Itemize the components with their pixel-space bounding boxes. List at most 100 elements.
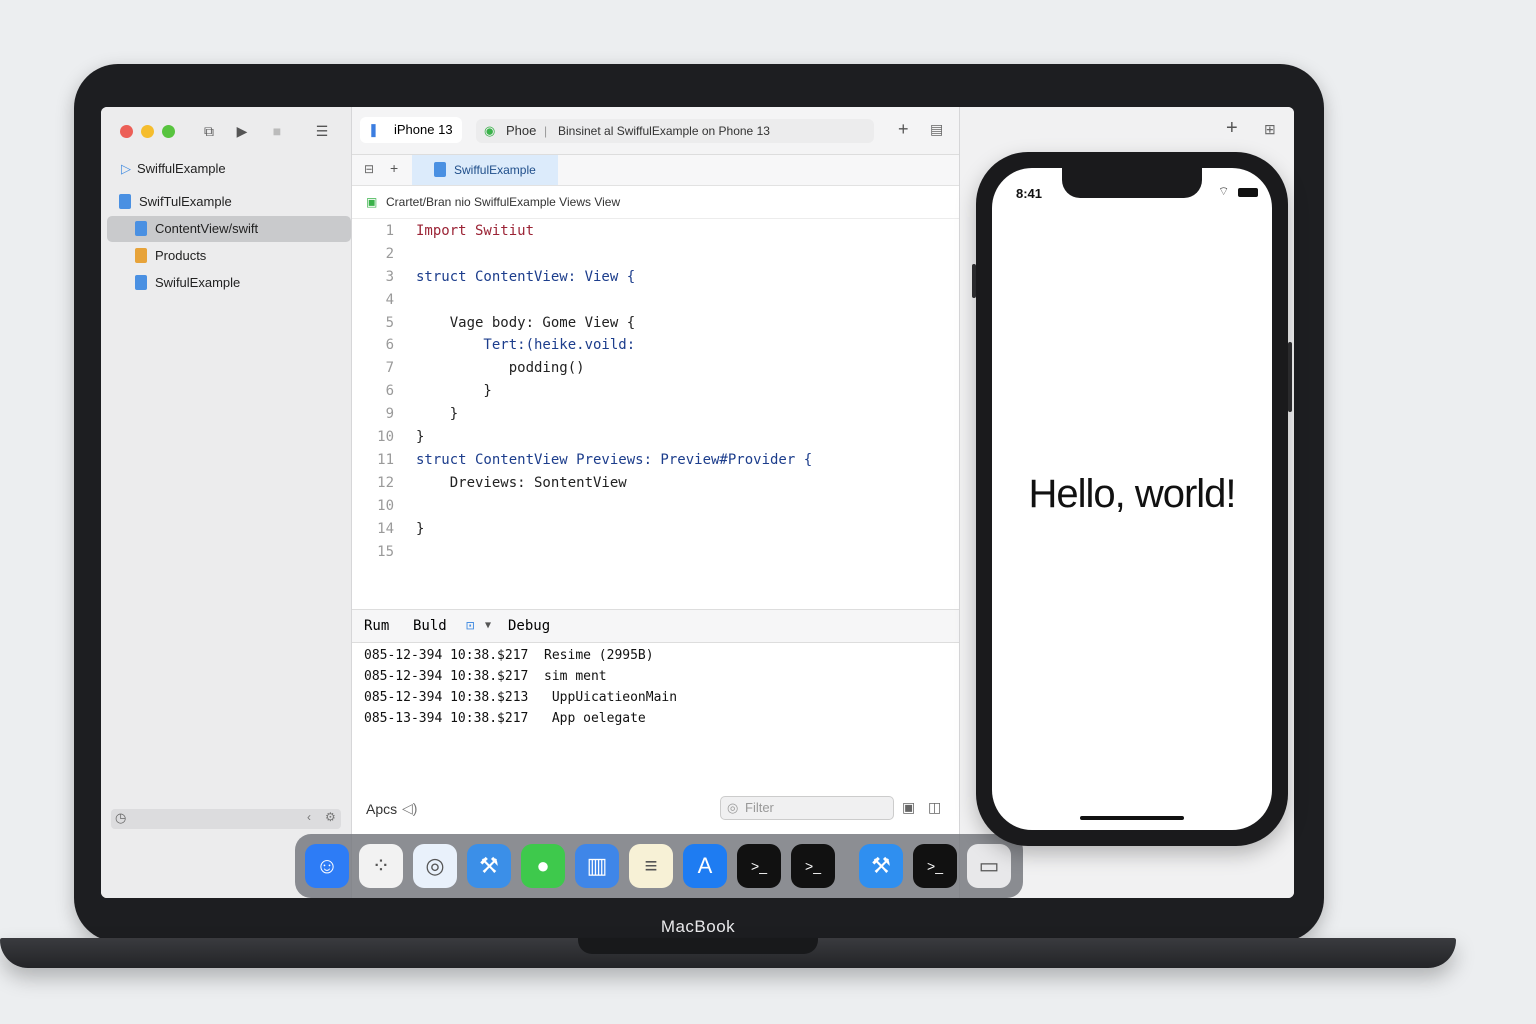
status-dot-icon: ◉ bbox=[484, 123, 496, 138]
code-line: struct ContentView Previews: Preview#Pro… bbox=[416, 452, 813, 468]
stop-icon[interactable]: ■ bbox=[269, 123, 285, 139]
run-icon[interactable]: ▶ bbox=[234, 123, 250, 139]
volume-icon[interactable]: ◁) bbox=[402, 800, 417, 817]
terminal-icon[interactable]: >_ bbox=[737, 844, 781, 888]
line-number: 10 bbox=[377, 429, 394, 445]
terminal-icon[interactable]: >_ bbox=[791, 844, 835, 888]
sidebar-filter-field[interactable]: ◷ ‹ ⚙ bbox=[111, 809, 341, 829]
debug-tab[interactable]: Debug bbox=[508, 610, 550, 642]
laptop-notch bbox=[578, 938, 818, 954]
code-line: } bbox=[416, 383, 492, 399]
add-icon[interactable]: + bbox=[1226, 117, 1238, 140]
files-icon[interactable]: ▥ bbox=[575, 844, 619, 888]
project-icon: ▷ bbox=[121, 161, 131, 176]
console-line: 085-12-394 10:38.$213 UppUicatieonMain bbox=[364, 690, 678, 705]
finder-icon[interactable]: ☺ bbox=[305, 844, 349, 888]
editor-tab-bar: ⊟ + SwiffulExample bbox=[352, 155, 959, 186]
code-line: struct ContentView: View { bbox=[416, 269, 636, 285]
xcode-icon[interactable]: ⚒ bbox=[859, 844, 903, 888]
notes-icon[interactable]: ≡ bbox=[629, 844, 673, 888]
tab-swiffulexample[interactable]: SwiffulExample bbox=[412, 155, 558, 185]
navigator-sidebar: ⧉ ▶ ■ ☰ ▷ SwiffulExample SwifTulExample C… bbox=[101, 107, 352, 898]
status-time: 8:41 bbox=[1016, 186, 1043, 201]
minimize-window-button[interactable] bbox=[141, 125, 154, 138]
line-number: 9 bbox=[385, 406, 394, 422]
filter-icon: ◎ bbox=[727, 800, 739, 815]
scheme-selector[interactable]: ❚ iPhone 13 bbox=[360, 117, 462, 143]
zoom-window-button[interactable] bbox=[162, 125, 175, 138]
status-app: Phoe bbox=[506, 123, 537, 138]
grid-icon[interactable]: ⊟ bbox=[364, 162, 374, 176]
breadcrumb-icon: ▣ bbox=[366, 195, 378, 209]
swift-file-icon bbox=[119, 194, 131, 209]
code-line: } bbox=[416, 429, 425, 445]
line-number: 10 bbox=[377, 498, 394, 514]
console-filter-field[interactable]: ◎ Filter bbox=[720, 796, 894, 820]
code-line: } bbox=[416, 406, 459, 422]
phone-notch bbox=[1062, 168, 1202, 198]
line-number: 6 bbox=[385, 337, 394, 353]
library-icon[interactable]: ☰ bbox=[314, 123, 330, 139]
console-line: 085-12-394 10:38.$217 Resime (2995B) bbox=[364, 648, 654, 663]
power-button bbox=[1288, 342, 1292, 412]
sidebar-item-swifulexample[interactable]: SwifulExample bbox=[107, 270, 351, 296]
console-line: 085-12-394 10:38.$217 sim ment bbox=[364, 669, 607, 684]
line-number: 4 bbox=[385, 292, 394, 308]
battery-icon bbox=[1238, 188, 1258, 197]
build-tab[interactable]: Buld bbox=[413, 610, 447, 642]
iphone-simulator: 8:41 ⌔ Hello, world! bbox=[972, 152, 1292, 846]
launchpad-icon[interactable]: ⁘ bbox=[359, 844, 403, 888]
inspector-icon[interactable]: ⊞ bbox=[1264, 121, 1276, 138]
line-number: 3 bbox=[385, 269, 394, 285]
line-number: 14 bbox=[377, 521, 394, 537]
split-icon[interactable]: ▣ bbox=[902, 799, 915, 816]
terminal-icon[interactable]: >_ bbox=[913, 844, 957, 888]
add-icon[interactable]: + bbox=[898, 119, 909, 140]
wifi-icon: ⌔ bbox=[1218, 184, 1230, 198]
phone-screen[interactable]: 8:41 ⌔ Hello, world! bbox=[992, 168, 1272, 830]
clock-icon: ◷ bbox=[115, 810, 127, 825]
sidebar-toggle-icon[interactable]: ⧉ bbox=[201, 123, 217, 139]
status-text: Binsinet al SwiffulExample on Phone 13 bbox=[558, 124, 770, 138]
dock: ☺ ⁘ ◎ ⚒ ● ▥ ≡ A >_ >_ ⚒ >_ ▭ bbox=[295, 834, 1023, 898]
code-line: podding() bbox=[416, 360, 585, 376]
swift-file-icon bbox=[135, 221, 147, 236]
messages-icon[interactable]: ● bbox=[521, 844, 565, 888]
swift-file-icon bbox=[434, 162, 446, 177]
code-line: Dreviews: SontentView bbox=[416, 475, 627, 491]
safari-icon[interactable]: ◎ bbox=[413, 844, 457, 888]
inspector-icon[interactable]: ▤ bbox=[930, 121, 943, 138]
scheme-device: iPhone 13 bbox=[394, 122, 453, 137]
project-title[interactable]: ▷ SwiffulExample bbox=[121, 161, 226, 177]
hello-text: Hello, world! bbox=[1028, 472, 1236, 516]
sidebar-item-contentview[interactable]: ContentView/swift bbox=[107, 216, 351, 242]
folder-icon bbox=[135, 248, 147, 263]
run-tab[interactable]: Rum bbox=[364, 610, 389, 642]
breadcrumb[interactable]: ▣ Crartet/Bran nio SwiffulExample Views … bbox=[352, 186, 959, 219]
console-output[interactable]: 085-12-394 10:38.$217 Resime (2995B) 085… bbox=[352, 642, 959, 822]
xcode-icon[interactable]: ⚒ bbox=[467, 844, 511, 888]
back-icon[interactable]: ‹ bbox=[307, 810, 311, 824]
add-tab-icon[interactable]: + bbox=[390, 160, 398, 176]
sidebar-item-swiftulexample[interactable]: SwifTulExample bbox=[107, 189, 351, 215]
debug-bar: Rum Buld ⊡ ▼ Debug bbox=[352, 609, 959, 643]
code-line: } bbox=[416, 521, 425, 537]
sidebar-item-products[interactable]: Products bbox=[107, 243, 351, 269]
simulator-icon[interactable]: ⊡ bbox=[466, 610, 474, 642]
trash-console-icon[interactable]: ◫ bbox=[928, 799, 941, 816]
trash-icon[interactable]: ▭ bbox=[967, 844, 1011, 888]
app-store-icon[interactable]: A bbox=[683, 844, 727, 888]
laptop-brand: MacBook bbox=[660, 917, 736, 936]
line-number: 1 bbox=[385, 223, 394, 239]
line-number: 5 bbox=[385, 315, 394, 331]
home-indicator bbox=[1080, 816, 1184, 820]
editor-area: ❚ iPhone 13 ◉ Phoe | Binsinet al Swifful… bbox=[352, 107, 960, 898]
separator: | bbox=[544, 124, 548, 138]
filter-options-icon[interactable]: ⚙ bbox=[325, 810, 336, 824]
code-line: Import Switiut bbox=[416, 223, 535, 239]
activity-status: ◉ Phoe | Binsinet al SwiffulExample on P… bbox=[476, 119, 874, 143]
close-window-button[interactable] bbox=[120, 125, 133, 138]
chevron-down-icon[interactable]: ▼ bbox=[485, 610, 491, 642]
code-editor[interactable]: 1 Import Switiut 2 3 struct ContentView:… bbox=[352, 223, 959, 603]
console-bottom-bar: Apcs ◁) ◎ Filter ▣ ◫ bbox=[352, 796, 959, 827]
